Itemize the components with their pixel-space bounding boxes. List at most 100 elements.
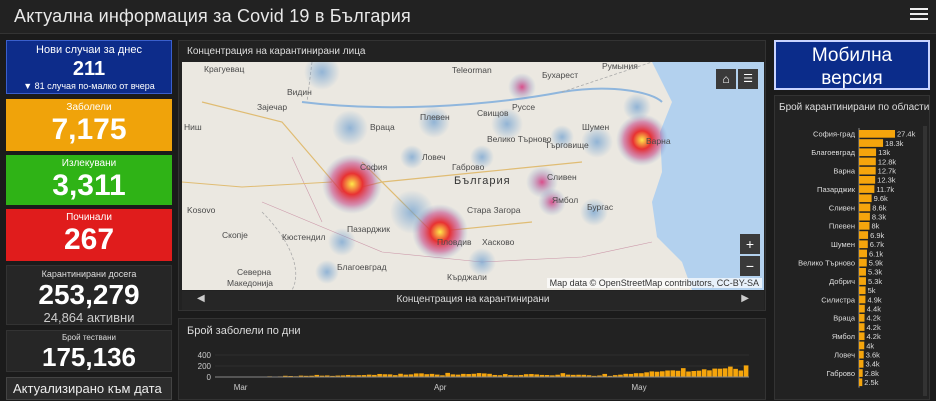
daily-bar[interactable]: [654, 371, 660, 377]
region-bar-label: Плевен: [829, 222, 855, 231]
daily-bar[interactable]: [717, 368, 723, 377]
map-label-kyustendil: Кюстендил: [282, 232, 326, 242]
region-bar[interactable]: [859, 194, 872, 203]
mobile-line2: версия: [821, 68, 883, 89]
region-bar-label: Сливен: [829, 203, 855, 212]
region-bar-value: 8.6k: [872, 203, 886, 212]
region-bar-label: Добрич: [829, 277, 855, 286]
region-bar-label: Ловеч: [834, 351, 855, 360]
daily-bar[interactable]: [665, 370, 670, 377]
map-label-vratsa: Враца: [370, 122, 395, 132]
region-bar[interactable]: [859, 212, 870, 221]
list-icon[interactable]: ☰: [738, 69, 758, 89]
region-bar[interactable]: [859, 258, 867, 267]
region-bar[interactable]: [859, 157, 876, 166]
region-bar-label: Пазарджик: [817, 185, 856, 194]
daily-bar[interactable]: [712, 368, 717, 377]
region-bar[interactable]: [859, 277, 866, 285]
daily-bar[interactable]: [639, 373, 644, 377]
region-bar[interactable]: [859, 295, 866, 304]
region-bar-value: 11.7k: [876, 185, 894, 194]
region-bar-value: 5.9k: [869, 259, 883, 268]
region-bar-label: Благоевград: [811, 148, 855, 157]
daily-cases-chart: 4002000MarAprMayJun: [198, 351, 749, 392]
region-bar[interactable]: [859, 249, 868, 258]
daily-bar[interactable]: [738, 370, 744, 377]
daily-bar[interactable]: [691, 371, 697, 377]
daily-bar[interactable]: [733, 368, 738, 377]
daily-bar[interactable]: [419, 373, 424, 377]
next-arrow-icon[interactable]: ▶: [741, 293, 749, 304]
region-bar-value: 4.2k: [867, 314, 881, 323]
map-footer: ◀ Концентрация на карантинирани ▶: [182, 291, 764, 310]
daily-cases-card: Брой заболели по дни 4002000MarAprMayJun: [178, 318, 766, 400]
region-bar-value: 12.8k: [878, 157, 897, 166]
map-label-pleven: Плевен: [420, 112, 450, 122]
region-bar[interactable]: [859, 222, 870, 230]
region-bar[interactable]: [859, 323, 865, 331]
map-label-svishtov: Свищов: [477, 108, 509, 118]
region-bar[interactable]: [859, 286, 866, 295]
daily-bar[interactable]: [696, 370, 702, 377]
map-label-gabrovo: Габрово: [452, 162, 485, 172]
region-bar[interactable]: [859, 360, 864, 368]
region-bar[interactable]: [859, 378, 863, 387]
menu-icon[interactable]: [910, 5, 928, 25]
daily-bar[interactable]: [670, 370, 676, 377]
region-chart-scrollbar[interactable]: [923, 126, 927, 396]
zoom-out-button[interactable]: −: [740, 256, 760, 276]
region-bar[interactable]: [859, 314, 865, 322]
daily-bar[interactable]: [633, 373, 639, 377]
daily-bar[interactable]: [686, 371, 691, 378]
map-title: Концентрация на карантинирани лица: [187, 46, 366, 57]
daily-bar[interactable]: [680, 368, 686, 377]
map-label-blagoevgrad: Благоевград: [337, 262, 387, 272]
daily-bar[interactable]: [649, 371, 655, 377]
zoom-in-button[interactable]: +: [740, 234, 760, 254]
daily-bar[interactable]: [728, 366, 733, 377]
updated-card[interactable]: Актуализирано към дата: [6, 377, 172, 400]
region-bar[interactable]: [859, 203, 871, 212]
region-bar[interactable]: [859, 332, 865, 341]
daily-bar[interactable]: [445, 372, 450, 377]
map-label-varna: Варна: [646, 136, 671, 146]
region-bar[interactable]: [859, 369, 863, 377]
daily-bar[interactable]: [722, 368, 728, 377]
daily-bar[interactable]: [701, 369, 707, 377]
infected-card: Заболели 7,175: [6, 99, 172, 151]
region-bar-label: Силистра: [821, 295, 856, 304]
region-bar[interactable]: [859, 268, 866, 276]
region-bar[interactable]: [859, 130, 895, 138]
region-bar-value: 9.6k: [874, 194, 888, 203]
tests-value: 175,136: [42, 342, 136, 372]
daily-bar[interactable]: [476, 373, 482, 377]
region-bar[interactable]: [859, 185, 875, 193]
map-label-romania: Румыния: [602, 62, 638, 71]
region-bar[interactable]: [859, 148, 877, 157]
daily-bar[interactable]: [413, 373, 419, 377]
daily-bar[interactable]: [660, 371, 665, 377]
deceased-label: Починали: [66, 212, 112, 223]
region-bar[interactable]: [859, 139, 884, 147]
region-bar[interactable]: [859, 166, 876, 175]
daily-bar[interactable]: [707, 370, 712, 377]
region-bar-value: 4k: [866, 341, 874, 350]
region-bar[interactable]: [859, 341, 865, 350]
daily-bar[interactable]: [560, 373, 566, 377]
region-bar[interactable]: [859, 350, 864, 359]
region-bar[interactable]: [859, 304, 865, 313]
home-icon[interactable]: ⌂: [716, 69, 736, 89]
daily-bar[interactable]: [482, 373, 487, 377]
new-cases-delta: ▼ 81 случая по-малко от вчера: [23, 81, 155, 91]
region-bar[interactable]: [859, 231, 869, 239]
tests-card: Брой тествани 175,136: [6, 330, 172, 372]
heat-map[interactable]: Крагуевац Румыния Teleorman Бухарест Вид…: [182, 62, 764, 290]
region-bar-value: 4.4k: [867, 305, 881, 314]
daily-bar[interactable]: [743, 365, 749, 377]
region-bar[interactable]: [859, 176, 876, 184]
recovered-card: Излекувани 3,311: [6, 155, 172, 205]
mobile-version-button[interactable]: Мобилна версия: [774, 40, 930, 90]
region-bar[interactable]: [859, 240, 868, 249]
daily-bar[interactable]: [675, 370, 681, 377]
daily-bar[interactable]: [644, 372, 649, 377]
